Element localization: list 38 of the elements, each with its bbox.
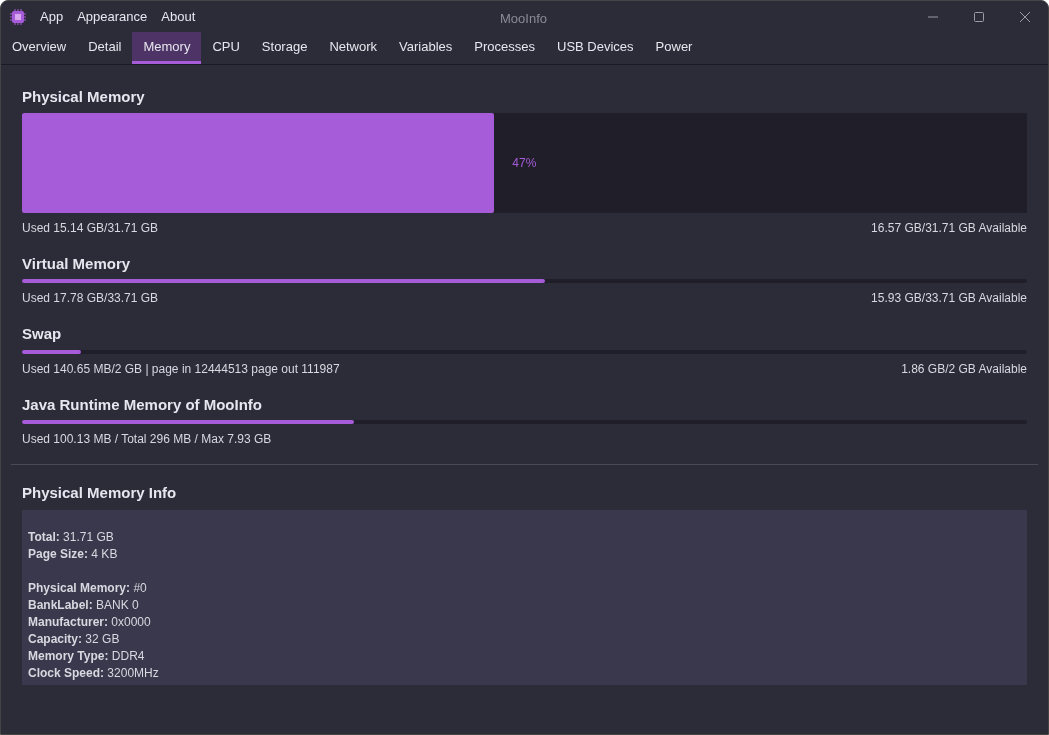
info-line: Physical Memory: #0 [28,579,147,597]
available-label: 1.86 GB/2 GB Available [901,360,1027,378]
maximize-icon [973,10,985,23]
info-line: Clock Speed: 3200MHz [28,664,159,682]
info-line: Memory Type: DDR4 [28,647,145,665]
section-title: Swap [22,324,62,344]
tab[interactable]: Storage [250,32,319,64]
tab[interactable]: Network [318,32,389,64]
info-line: Page Size: 4 KB [28,545,118,563]
menu-item[interactable]: About [161,6,196,27]
tab[interactable]: Overview [1,32,78,64]
tab[interactable]: Processes [463,32,546,64]
tab[interactable]: Variables [388,32,464,64]
tab[interactable]: Power [644,32,704,64]
used-label: Used 140.65 MB/2 GB | page in 12444513 page out 111987 [22,360,340,378]
info-line: Total: 31.71 GB [28,528,114,546]
used-label: Used 15.14 GB/31.71 GB [22,219,159,237]
info-line: Manufacturer: 0x0000 [28,613,151,631]
section-title: Physical Memory Info [22,483,177,503]
section-title: Virtual Memory [22,253,131,274]
info-line: Capacity: 32 GB [28,630,120,648]
available-label: 15.93 GB/33.71 GB Available [871,290,1027,307]
window-title: MooInfo [500,10,547,28]
section-title: Physical Memory [22,87,145,107]
tab[interactable]: USB Devices [546,32,645,64]
tab[interactable]: Memory [132,32,202,64]
used-label: Used 100.13 MB / Total 296 MB / Max 7.93 GB [22,431,272,448]
percent-label: 47% [512,154,537,172]
tab[interactable]: Detail [77,32,133,64]
menu-item[interactable]: Appearance [77,6,148,27]
close-icon [1019,10,1031,23]
used-label: Used 17.78 GB/33.71 GB [22,290,159,307]
available-label: 16.57 GB/31.71 GB Available [871,219,1027,237]
tab[interactable]: CPU [201,32,251,64]
chip-icon [10,8,26,25]
info-line: BankLabel: BANK 0 [28,596,139,614]
section-title: Java Runtime Memory of MooInfo [22,394,263,415]
menu-item[interactable]: App [40,6,64,27]
